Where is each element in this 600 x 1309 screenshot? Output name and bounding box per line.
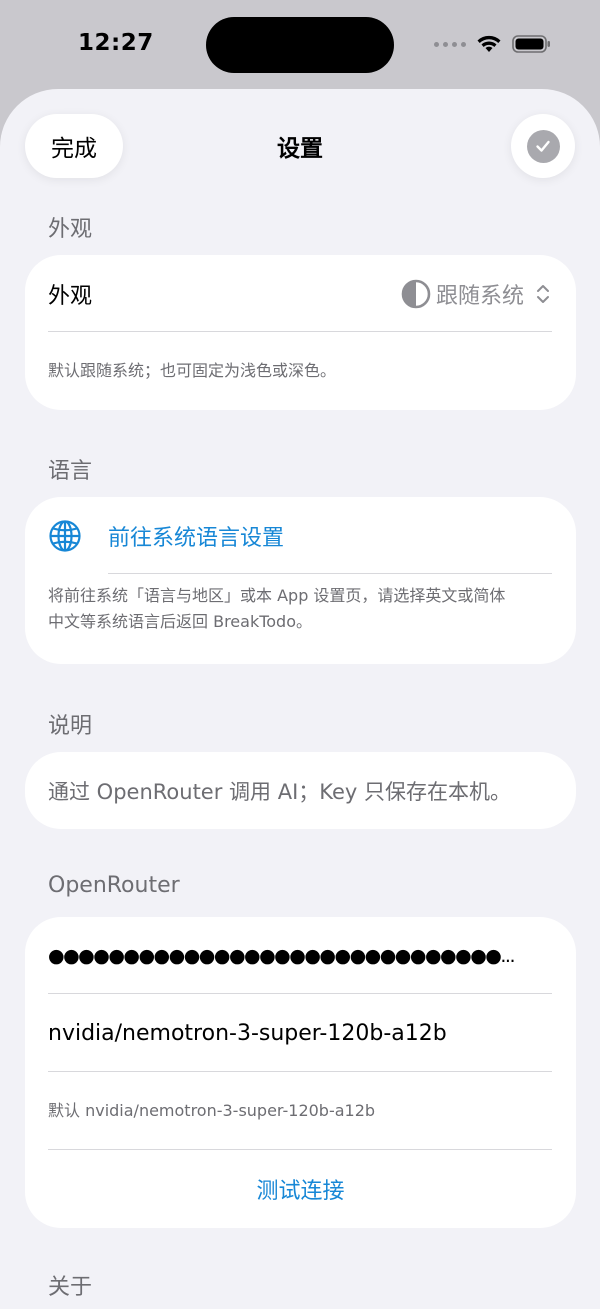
appearance-row-label: 外观 (48, 283, 93, 309)
settings-sheet: 完成 设置 外观 外观 跟随系统 默认跟随系统；也可固定为浅色或深色。 语言 前… (0, 89, 600, 1309)
wifi-icon (477, 35, 501, 52)
section-header-info: 说明 (48, 714, 93, 739)
language-card: 前往系统语言设置 将前往系统「语言与地区」或本 App 设置页，请选择英文或简体… (25, 497, 576, 664)
confirm-button[interactable] (511, 114, 575, 178)
model-value: nvidia/nemotron-3-super-120b-a12b (48, 1020, 447, 1046)
info-text: 通过 OpenRouter 调用 AI；Key 只保存在本机。 (48, 779, 512, 804)
api-key-value: ●●●●●●●●●●●●●●●●●●●●●●●●●●●●●●... (48, 944, 515, 967)
globe-icon (49, 519, 81, 552)
language-footnote-line1: 将前往系统「语言与地区」或本 App 设置页，请选择英文或简体 (48, 586, 506, 605)
status-icons (434, 34, 552, 54)
status-time: 12:27 (78, 30, 154, 56)
model-default-row: 默认 nvidia/nemotron-3-super-120b-a12b (48, 1072, 576, 1150)
appearance-card: 外观 跟随系统 默认跟随系统；也可固定为浅色或深色。 (25, 255, 576, 410)
section-header-appearance: 外观 (48, 217, 93, 242)
appearance-picker[interactable]: 跟随系统 (400, 278, 552, 310)
appearance-footnote: 默认跟随系统；也可固定为浅色或深色。 (48, 361, 337, 380)
chevron-up-down-icon (537, 284, 549, 303)
api-key-field[interactable]: ●●●●●●●●●●●●●●●●●●●●●●●●●●●●●●... (48, 917, 576, 994)
section-header-openrouter: OpenRouter (48, 873, 180, 898)
status-bar: 12:27 (0, 0, 600, 90)
model-field[interactable]: nvidia/nemotron-3-super-120b-a12b (48, 994, 576, 1072)
checkmark-icon (526, 129, 560, 163)
appearance-value: 跟随系统 (435, 283, 524, 309)
section-header-language: 语言 (48, 459, 93, 484)
info-row: 通过 OpenRouter 调用 AI；Key 只保存在本机。 (48, 752, 576, 829)
divider (108, 573, 552, 574)
battery-icon (512, 35, 550, 53)
contrast-icon (401, 279, 431, 308)
test-connection-button[interactable]: 测试连接 (25, 1150, 576, 1228)
language-settings-link[interactable]: 前往系统语言设置 (48, 497, 576, 574)
cellular-signal-icon (434, 41, 466, 47)
language-footnote-row: 将前往系统「语言与地区」或本 App 设置页，请选择英文或简体 中文等系统语言后… (48, 583, 576, 653)
info-card: 通过 OpenRouter 调用 AI；Key 只保存在本机。 (25, 752, 576, 829)
test-connection-label: 测试连接 (256, 1179, 345, 1204)
model-default-note: 默认 nvidia/nemotron-3-super-120b-a12b (48, 1101, 376, 1120)
openrouter-card: ●●●●●●●●●●●●●●●●●●●●●●●●●●●●●●... nvidia… (25, 917, 576, 1228)
language-link-label: 前往系统语言设置 (108, 525, 285, 551)
dynamic-island (206, 17, 394, 73)
page-title: 设置 (277, 136, 323, 162)
language-footnote-line2: 中文等系统语言后返回 BreakTodo。 (48, 612, 312, 631)
section-header-about: 关于 (48, 1275, 93, 1300)
appearance-footnote-row: 默认跟随系统；也可固定为浅色或深色。 (48, 332, 576, 410)
appearance-row[interactable]: 外观 跟随系统 (48, 255, 576, 332)
